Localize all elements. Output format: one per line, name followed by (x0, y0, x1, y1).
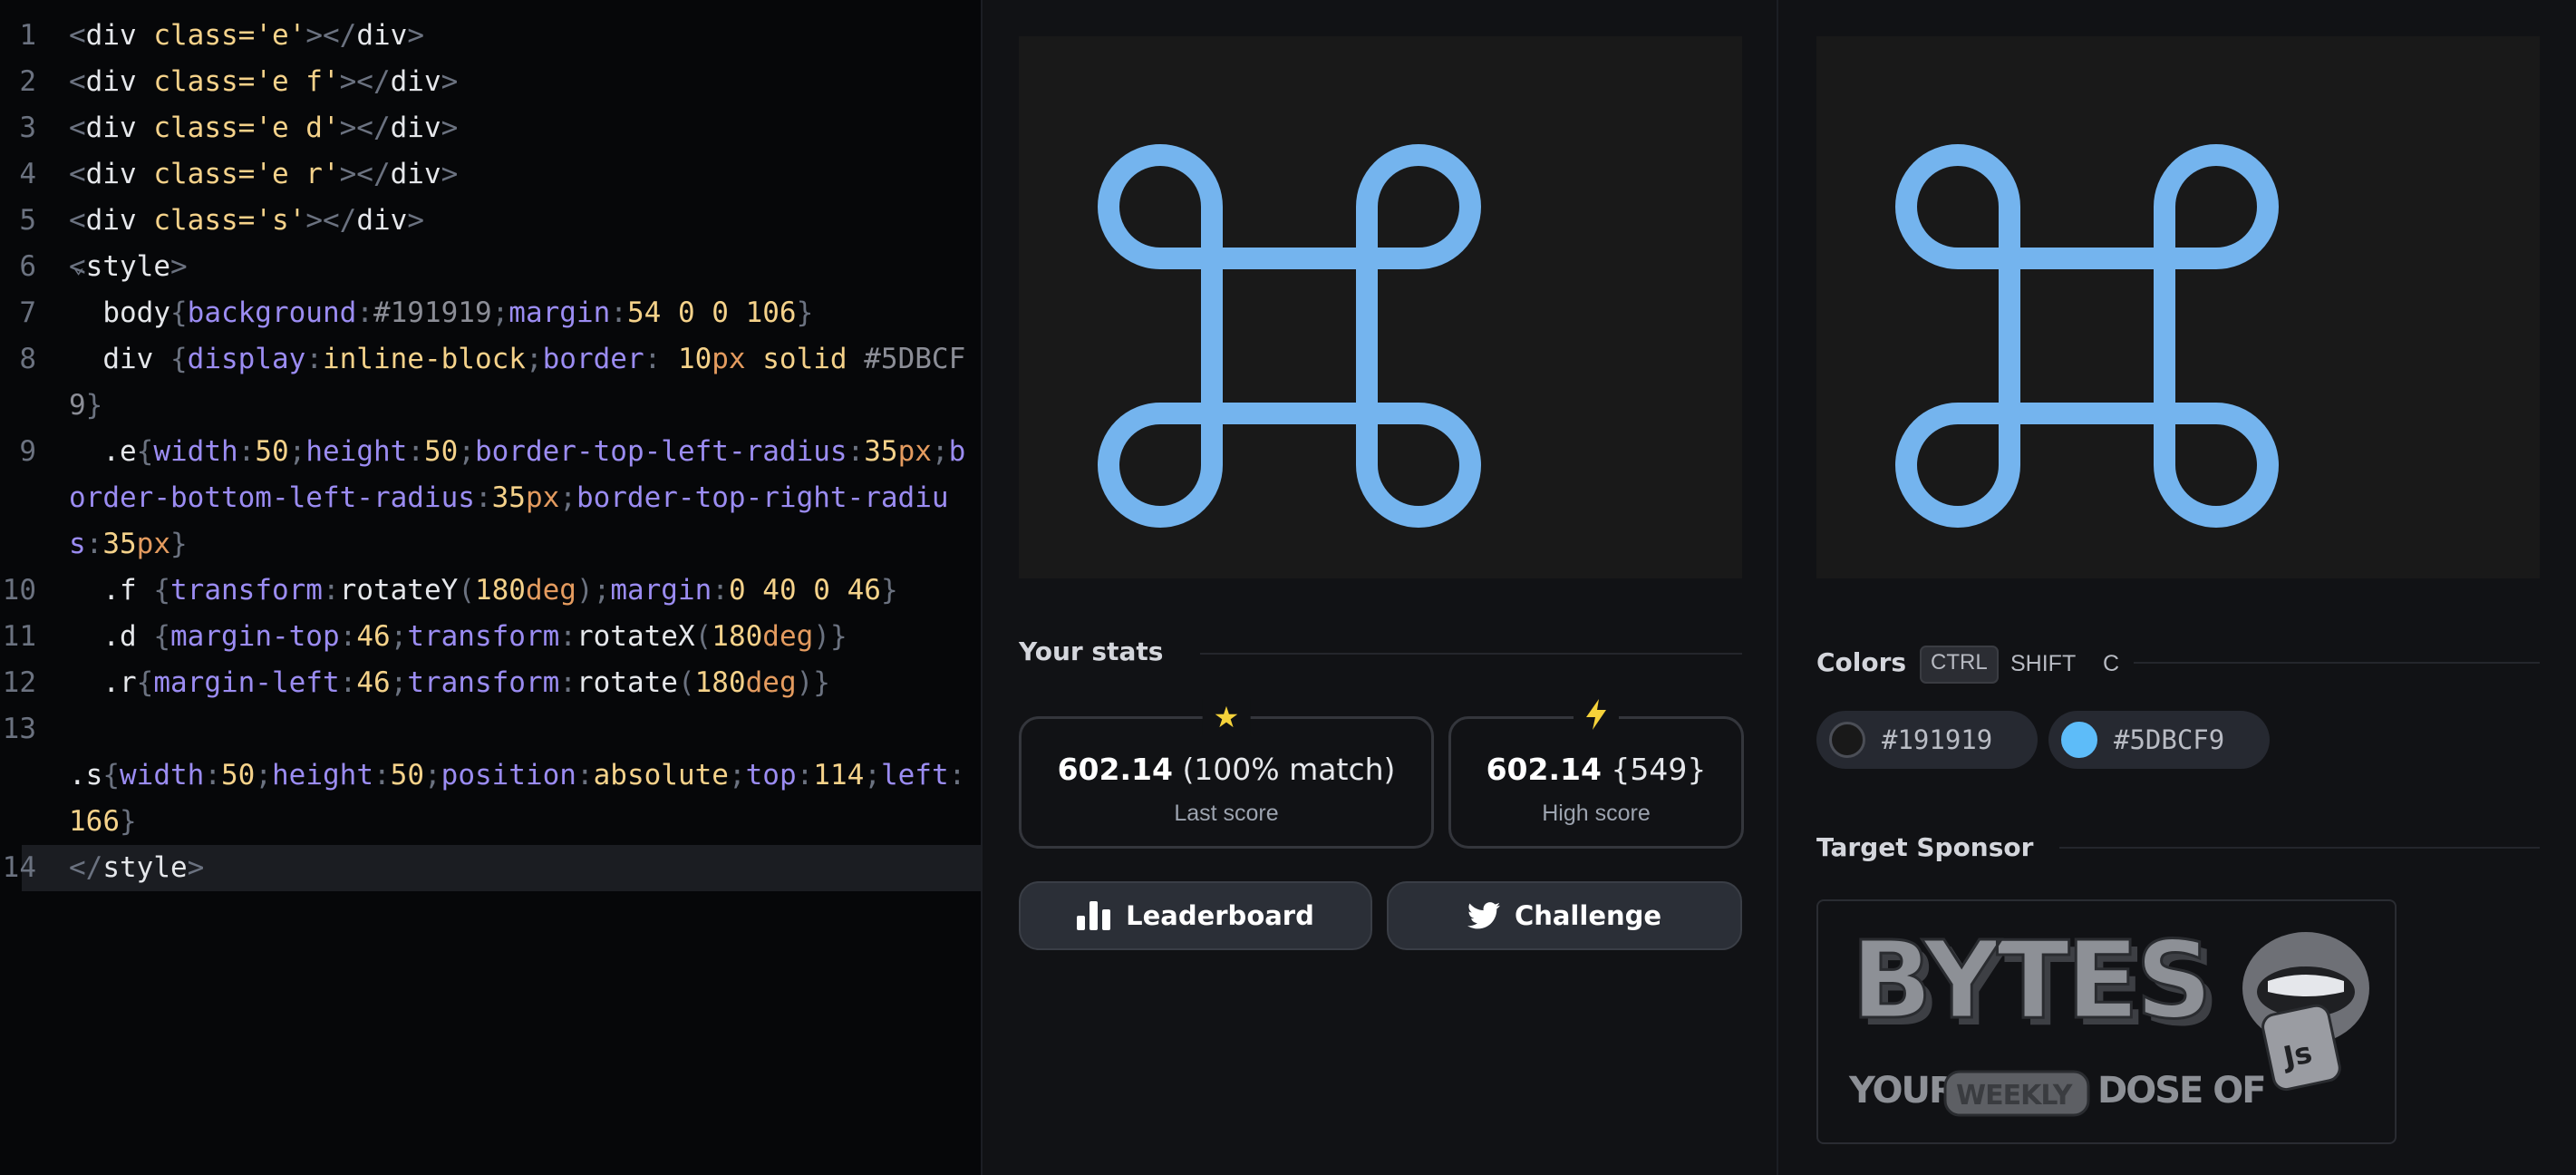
line-number: 3 (19, 112, 36, 144)
command-symbol-icon (1098, 144, 1481, 528)
code-text: <div class='e d'></div> (69, 112, 459, 144)
high-score-card: 602.14 {549} High score (1448, 699, 1744, 849)
code-text: <div class='e f'></div> (69, 65, 459, 98)
line-number: 8 (19, 343, 36, 375)
bytes-logo: BYTES BYTES Js YOUR WEEKLY DOSE OF (1848, 917, 2369, 1117)
last-score-card: ★ 602.14 (100% match) Last score (1019, 699, 1434, 849)
code-text: body{background:#191919;margin:54 0 0 10… (69, 296, 814, 329)
shift-key: SHIFT (2010, 651, 2077, 676)
stats-title: Your stats (1019, 636, 1164, 666)
code-editor[interactable]: 1 <div class='e'></div> 2 <div class='e f'>… (0, 0, 981, 1175)
divider (2134, 662, 2540, 664)
last-score-detail: (100% match) (1182, 752, 1396, 787)
code-line[interactable]: 9 .e{width:50;height:50;border-top-left-… (0, 429, 981, 568)
fold-chevron-icon[interactable]: ⌄ (73, 244, 84, 290)
divider (2059, 847, 2540, 849)
code-line[interactable]: 14 </style> (3, 845, 981, 891)
line-number: 1 (19, 19, 36, 52)
code-text: .s{width:50;height:50;position:absolute;… (69, 759, 966, 838)
line-number: 14 (2, 851, 36, 884)
high-score-label: High score (1542, 801, 1651, 826)
code-text: </style> (69, 851, 205, 884)
code-text: <div class='e r'></div> (69, 158, 459, 190)
output-panel: Your stats ★ 602.14 (100% match) Last sc… (983, 0, 1777, 1175)
line-number: 10 (2, 574, 36, 607)
last-score-label: Last score (1174, 801, 1279, 826)
leaderboard-button[interactable]: Leaderboard (1019, 881, 1372, 950)
divider (1200, 653, 1742, 655)
target-preview[interactable] (1816, 36, 2540, 578)
code-line[interactable]: 2 <div class='e f'></div> (0, 59, 981, 105)
code-text: .r{margin-left:46;transform:rotate(180de… (69, 666, 830, 699)
code-line[interactable]: 4 <div class='e r'></div> (0, 151, 981, 198)
output-preview[interactable] (1019, 36, 1742, 578)
code-text: .e{width:50;height:50;border-top-left-ra… (69, 435, 966, 560)
sponsor-banner[interactable]: BYTES BYTES Js YOUR WEEKLY DOSE OF (1816, 899, 2397, 1144)
code-text: div {display:inline-block;border: 10px s… (69, 343, 966, 422)
challenge-label: Challenge (1514, 900, 1662, 931)
code-line[interactable]: 5 <div class='s'></div> (0, 198, 981, 244)
code-line[interactable]: 7 body{background:#191919;margin:54 0 0 … (0, 290, 981, 336)
line-number: 7 (19, 296, 36, 329)
line-number: 12 (2, 666, 36, 699)
code-line[interactable]: 11 .d {margin-top:46;transform:rotateX(1… (0, 614, 981, 660)
line-number: 5 (19, 204, 36, 237)
high-score-value: 602.14 (1486, 752, 1602, 787)
line-number: 2 (19, 65, 36, 98)
color-dot (1829, 722, 1865, 758)
code-text: <div class='s'></div> (69, 204, 424, 237)
code-line[interactable]: 10 .f {transform:rotateY(180deg);margin:… (0, 568, 981, 614)
code-text: .f {transform:rotateY(180deg);margin:0 4… (69, 574, 898, 607)
line-number: 4 (19, 158, 36, 190)
last-score-value: 602.14 (1057, 752, 1173, 787)
svg-text:WEEKLY: WEEKLY (1956, 1080, 2074, 1112)
ctrl-key: CTRL (1920, 646, 1999, 684)
bolt-icon (1574, 699, 1619, 738)
leaderboard-label: Leaderboard (1126, 900, 1314, 931)
code-line[interactable]: 12 .r{margin-left:46;transform:rotate(18… (0, 660, 981, 706)
bar-chart-icon (1077, 901, 1111, 930)
color-dot (2061, 722, 2097, 758)
line-number: 11 (2, 620, 36, 653)
line-number: 13 (2, 713, 36, 745)
color-swatch-stroke[interactable]: #5DBCF9 (2048, 711, 2270, 769)
line-number: 9 (19, 435, 36, 468)
code-line[interactable]: 13 .s{width:50;height:50;position:absolu… (0, 706, 981, 845)
color-swatch-background[interactable]: #191919 (1816, 711, 2038, 769)
code-text: <style> (69, 250, 188, 283)
svg-text:BYTES: BYTES (1851, 918, 2209, 1043)
code-line[interactable]: 3 <div class='e d'></div> (0, 105, 981, 151)
code-text: .d {margin-top:46;transform:rotateX(180d… (69, 620, 847, 653)
twitter-icon (1467, 902, 1500, 929)
color-hex: #191919 (1882, 724, 1993, 755)
colors-title: Colors (1816, 647, 1907, 677)
sponsor-title: Target Sponsor (1816, 832, 2034, 862)
code-text: <div class='e'></div> (69, 19, 424, 52)
code-line[interactable]: 1 <div class='e'></div> (0, 13, 981, 59)
svg-text:DOSE OF: DOSE OF (2097, 1070, 2265, 1112)
svg-text:YOUR: YOUR (1848, 1070, 1956, 1112)
line-number: 6 (19, 250, 36, 283)
challenge-button[interactable]: Challenge (1387, 881, 1742, 950)
star-icon: ★ (1202, 699, 1251, 735)
c-key: C (2103, 651, 2120, 676)
high-score-detail: {549} (1611, 752, 1707, 787)
code-line[interactable]: 8 div {display:inline-block;border: 10px… (0, 336, 981, 429)
code-line[interactable]: 6 ⌄ <style> (0, 244, 981, 290)
color-hex: #5DBCF9 (2114, 724, 2225, 755)
command-symbol-icon (1895, 144, 2279, 528)
